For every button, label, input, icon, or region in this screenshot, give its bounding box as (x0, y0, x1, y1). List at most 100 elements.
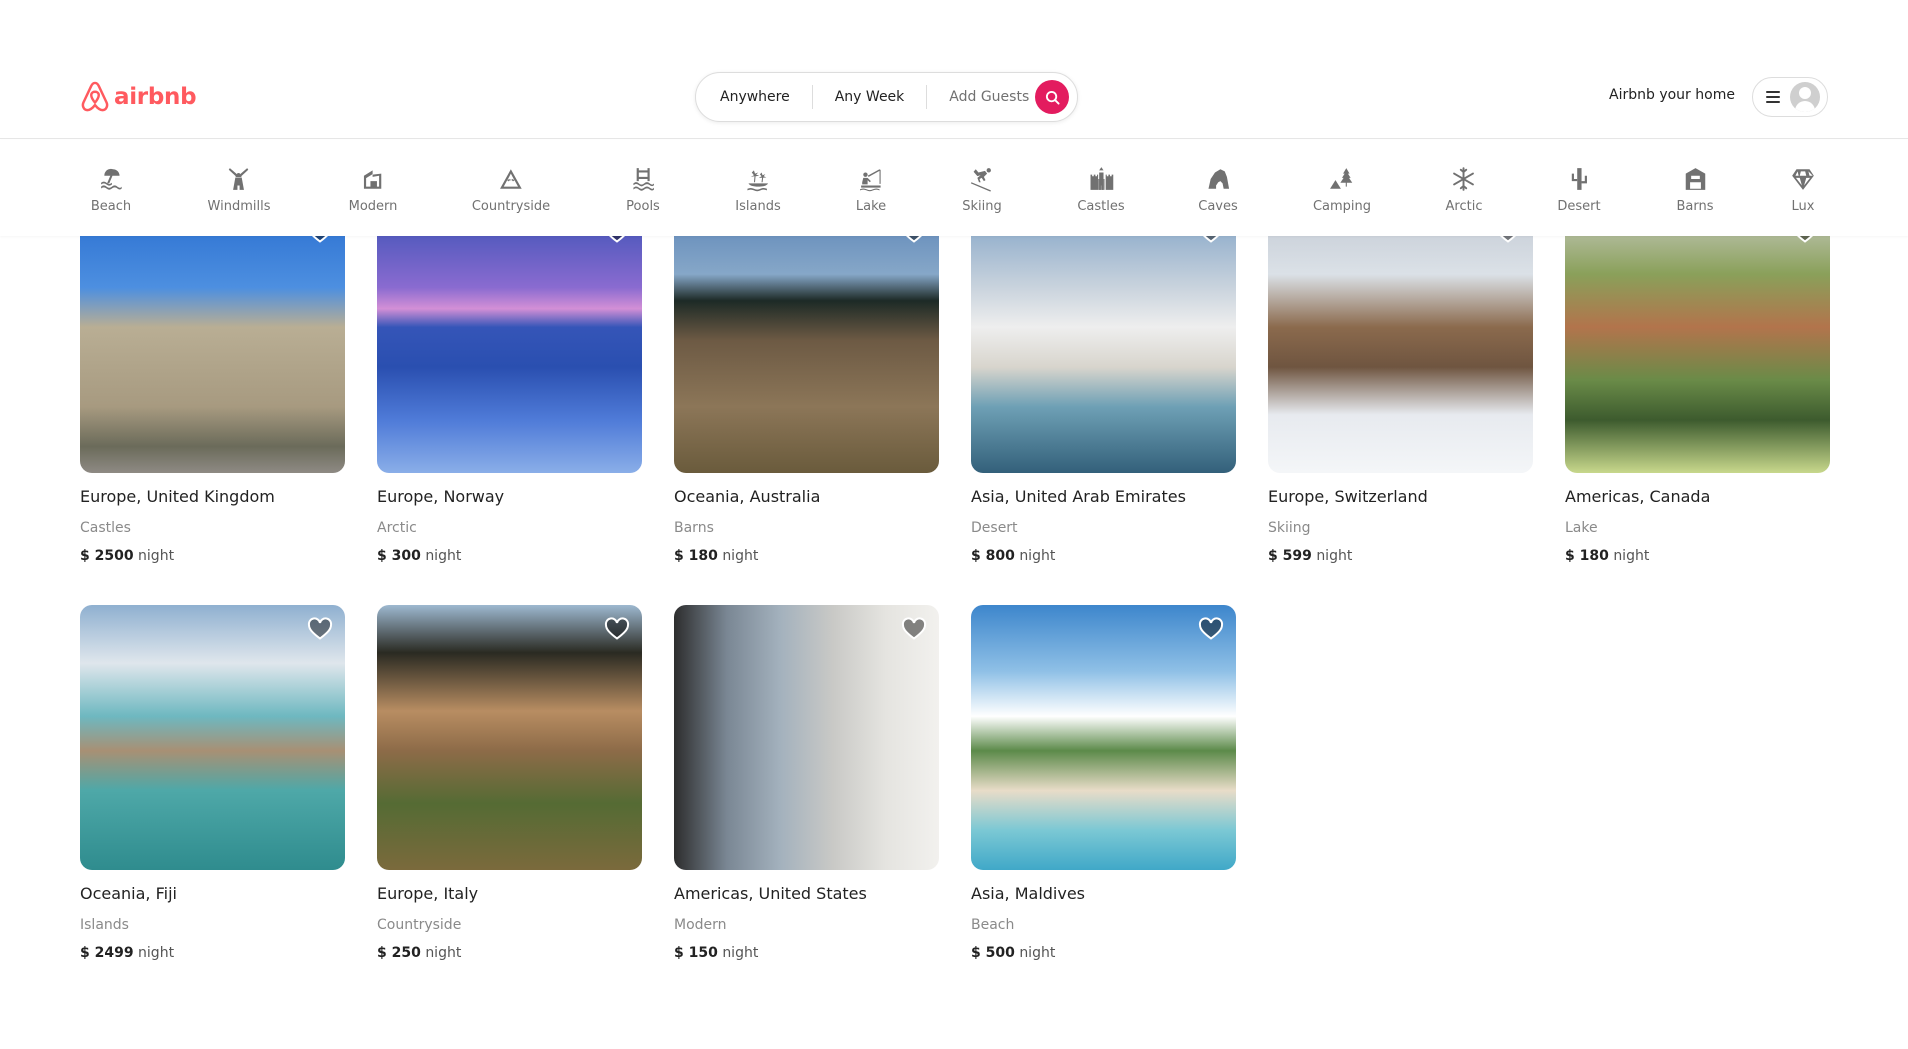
listing-location: Europe, Switzerland (1268, 487, 1428, 506)
listing-price: $ 500 night (971, 945, 1236, 961)
skier-icon (970, 168, 991, 192)
tent-tree-icon (1330, 168, 1353, 189)
category-camping[interactable]: Camping (1313, 166, 1371, 214)
price-value: 150 (688, 945, 718, 961)
category-caves[interactable]: Caves (1198, 166, 1238, 214)
price-unit: night (1316, 548, 1353, 564)
listing-photo[interactable] (377, 605, 642, 870)
search-divider (926, 85, 928, 109)
search-add-guests-button[interactable]: Add Guests (949, 89, 1029, 105)
listing-category: Countryside (377, 917, 462, 933)
castle-icon (1090, 167, 1113, 190)
listing-price: $ 2500 night (80, 548, 345, 564)
listing-price: $ 150 night (674, 945, 939, 961)
currency: $ (80, 945, 90, 961)
category-label: Caves (1198, 199, 1238, 214)
heart-favorite-icon[interactable] (307, 617, 333, 641)
listing-location: Americas, Canada (1565, 487, 1711, 506)
currency: $ (971, 945, 981, 961)
search-submit-button[interactable] (1035, 80, 1069, 114)
listing-card[interactable]: Americas, Canada Lake $ 180 night (1565, 208, 1830, 564)
category-label: Pools (626, 199, 660, 214)
category-label: Arctic (1445, 199, 1483, 214)
category-lake[interactable]: Lake (856, 166, 886, 214)
category-islands[interactable]: Islands (735, 166, 781, 214)
listing-card[interactable]: Oceania, Australia Barns $ 180 night (674, 208, 939, 564)
heart-favorite-icon[interactable] (604, 617, 630, 641)
category-windmills[interactable]: Windmills (207, 166, 271, 214)
airbnb-your-home-link[interactable]: Airbnb your home (1609, 87, 1735, 103)
airbnb-logo-icon (81, 81, 109, 112)
logo-text: airbnb (114, 84, 197, 110)
listing-photo[interactable] (674, 605, 939, 870)
category-label: Camping (1312, 199, 1372, 214)
price-value: 180 (688, 548, 718, 564)
airbnb-logo[interactable]: airbnb (80, 80, 197, 114)
top-header: airbnb Anywhere Any Week Add Guests Airb… (0, 0, 1908, 139)
price-value: 800 (985, 548, 1015, 564)
category-skiing[interactable]: Skiing (962, 166, 1002, 214)
category-desert[interactable]: Desert (1557, 166, 1601, 214)
listing-price: $ 180 night (674, 548, 939, 564)
listing-photo[interactable] (80, 605, 345, 870)
search-anywhere-button[interactable]: Anywhere (720, 89, 790, 105)
modern-house-icon (364, 170, 382, 189)
price-unit: night (722, 945, 759, 961)
listing-card[interactable]: Europe, Switzerland Skiing $ 599 night (1268, 208, 1533, 564)
listing-price: $ 250 night (377, 945, 642, 961)
cactus-icon (1571, 168, 1587, 190)
listing-location: Europe, United Kingdom (80, 487, 275, 506)
category-bar: Beach Windmills Modern Countryside Pools… (0, 140, 1908, 236)
search-any-week-button[interactable]: Any Week (835, 89, 905, 105)
price-unit: night (425, 945, 462, 961)
listing-card[interactable]: Oceania, Fiji Islands $ 2499 night (80, 605, 345, 961)
price-unit: night (138, 548, 175, 564)
listing-photo[interactable] (80, 208, 345, 473)
category-countryside[interactable]: Countryside (472, 166, 550, 214)
user-menu-button[interactable] (1752, 77, 1828, 117)
category-label: Modern (348, 199, 398, 214)
listing-location: Oceania, Australia (674, 487, 821, 506)
listing-photo[interactable] (1565, 208, 1830, 473)
search-icon (1045, 90, 1060, 105)
listing-card[interactable]: Europe, United Kingdom Castles $ 2500 ni… (80, 208, 345, 564)
listing-card[interactable]: Asia, United Arab Emirates Desert $ 800 … (971, 208, 1236, 564)
category-arctic[interactable]: Arctic (1445, 166, 1483, 214)
heart-favorite-icon[interactable] (901, 617, 927, 641)
listing-location: Asia, Maldives (971, 884, 1086, 903)
price-unit: night (1613, 548, 1650, 564)
user-avatar-icon (1790, 82, 1820, 112)
island-palm-icon (747, 170, 768, 192)
category-lux[interactable]: Lux (1790, 166, 1816, 214)
category-label: Skiing (962, 199, 1002, 214)
heart-favorite-icon[interactable] (1198, 617, 1224, 641)
category-modern[interactable]: Modern (348, 166, 398, 214)
listing-category: Castles (80, 520, 131, 536)
category-pools[interactable]: Pools (626, 166, 660, 214)
listing-location: Oceania, Fiji (80, 884, 177, 903)
listing-card[interactable]: Asia, Maldives Beach $ 500 night (971, 605, 1236, 961)
listing-card[interactable]: Americas, United States Modern $ 150 nig… (674, 605, 939, 961)
category-label: Windmills (207, 199, 271, 214)
listing-photo[interactable] (1268, 208, 1533, 473)
listing-photo[interactable] (674, 208, 939, 473)
category-label: Desert (1557, 199, 1601, 214)
listing-photo[interactable] (971, 605, 1236, 870)
listing-price: $ 599 night (1268, 548, 1533, 564)
listing-category: Arctic (377, 520, 417, 536)
category-barns[interactable]: Barns (1676, 166, 1714, 214)
barn-icon (1685, 168, 1705, 190)
listing-location: Americas, United States (674, 884, 867, 903)
listing-photo[interactable] (971, 208, 1236, 473)
listing-price: $ 300 night (377, 548, 642, 564)
category-label: Beach (90, 199, 132, 214)
listing-card[interactable]: Europe, Italy Countryside $ 250 night (377, 605, 642, 961)
category-beach[interactable]: Beach (91, 166, 131, 214)
category-castles[interactable]: Castles (1077, 166, 1125, 214)
listing-card[interactable]: Europe, Norway Arctic $ 300 night (377, 208, 642, 564)
currency: $ (377, 945, 387, 961)
diamond-icon (1792, 169, 1814, 190)
cave-icon (1208, 169, 1229, 189)
listing-photo[interactable] (377, 208, 642, 473)
listing-category: Lake (1565, 520, 1598, 536)
